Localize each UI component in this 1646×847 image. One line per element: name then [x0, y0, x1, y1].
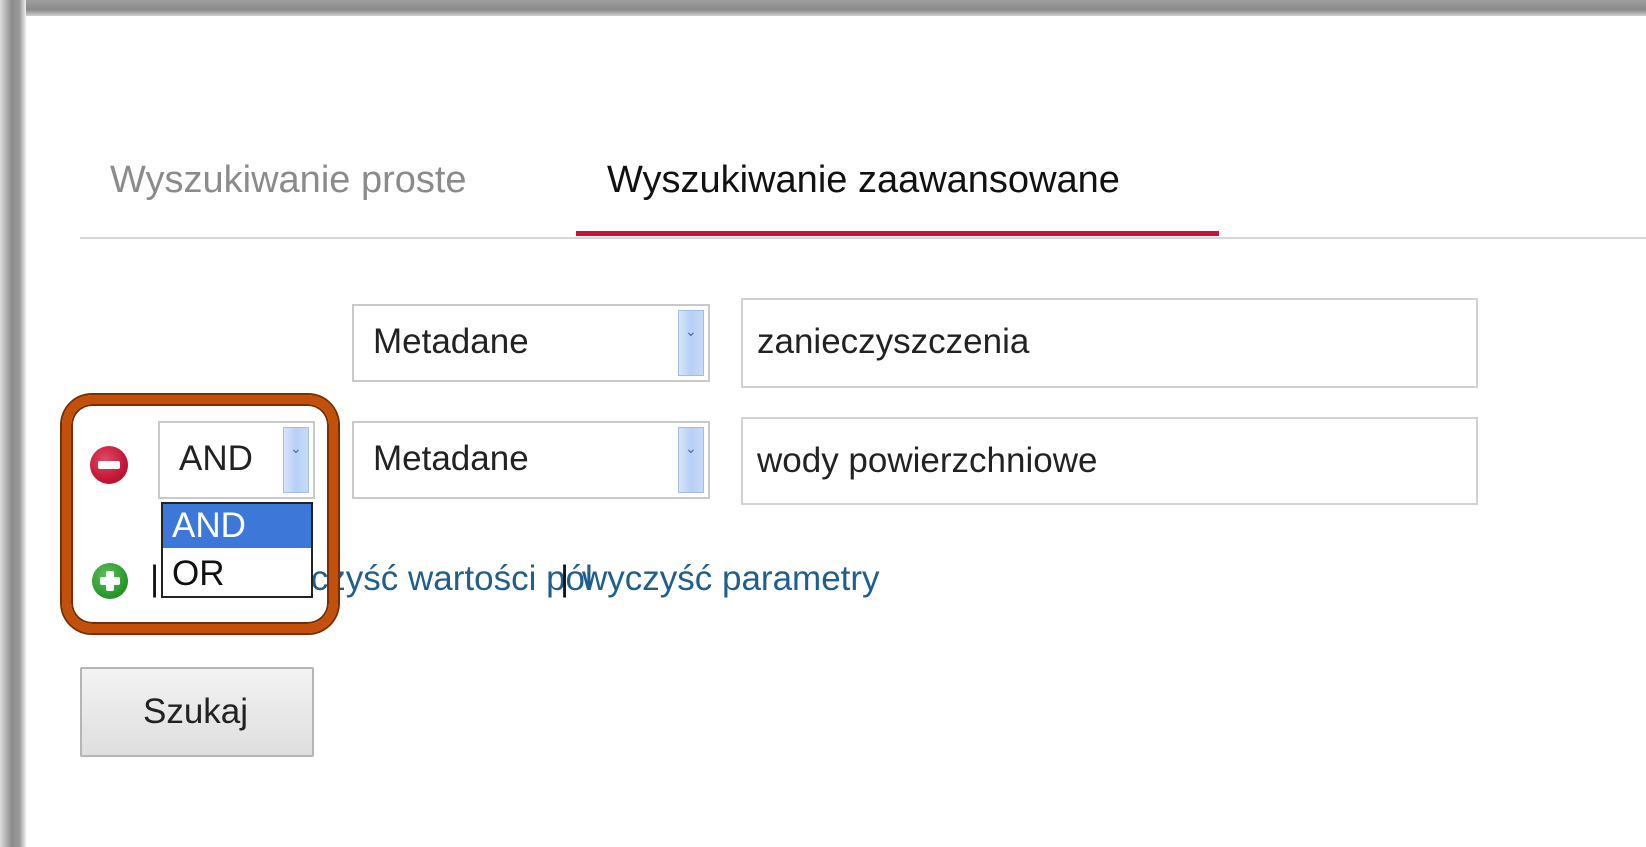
tab-advanced-search[interactable]: Wyszukiwanie zaawansowane	[607, 158, 1120, 202]
link-separator: |	[560, 559, 570, 598]
field-select-value: Metadane	[373, 322, 529, 361]
query-input-row-2[interactable]: wody powierzchniowe	[741, 417, 1478, 505]
active-tab-underline	[576, 231, 1219, 236]
query-input-row-1[interactable]: zanieczyszczenia	[741, 298, 1478, 388]
dropdown-button[interactable]: ⌄	[678, 427, 704, 493]
field-select-row-1[interactable]: Metadane ⌄	[352, 304, 710, 382]
search-button[interactable]: Szukaj	[80, 667, 314, 757]
frame-left-border	[0, 0, 26, 847]
field-select-value: Metadane	[373, 439, 529, 478]
frame-top-border	[0, 0, 1646, 16]
chevron-down-icon: ⌄	[685, 441, 697, 457]
query-input-value: zanieczyszczenia	[757, 322, 1030, 361]
tab-simple-search[interactable]: Wyszukiwanie proste	[110, 158, 467, 202]
dropdown-button[interactable]: ⌄	[678, 310, 704, 376]
clear-params-link[interactable]: wyczyść parametry	[582, 558, 880, 600]
chevron-down-icon: ⌄	[685, 324, 697, 340]
tabs-divider	[80, 237, 1646, 239]
annotation-highlight-box	[62, 395, 338, 633]
field-select-row-2[interactable]: Metadane ⌄	[352, 421, 710, 499]
search-button-label: Szukaj	[143, 692, 249, 731]
query-input-value: wody powierzchniowe	[757, 441, 1098, 480]
